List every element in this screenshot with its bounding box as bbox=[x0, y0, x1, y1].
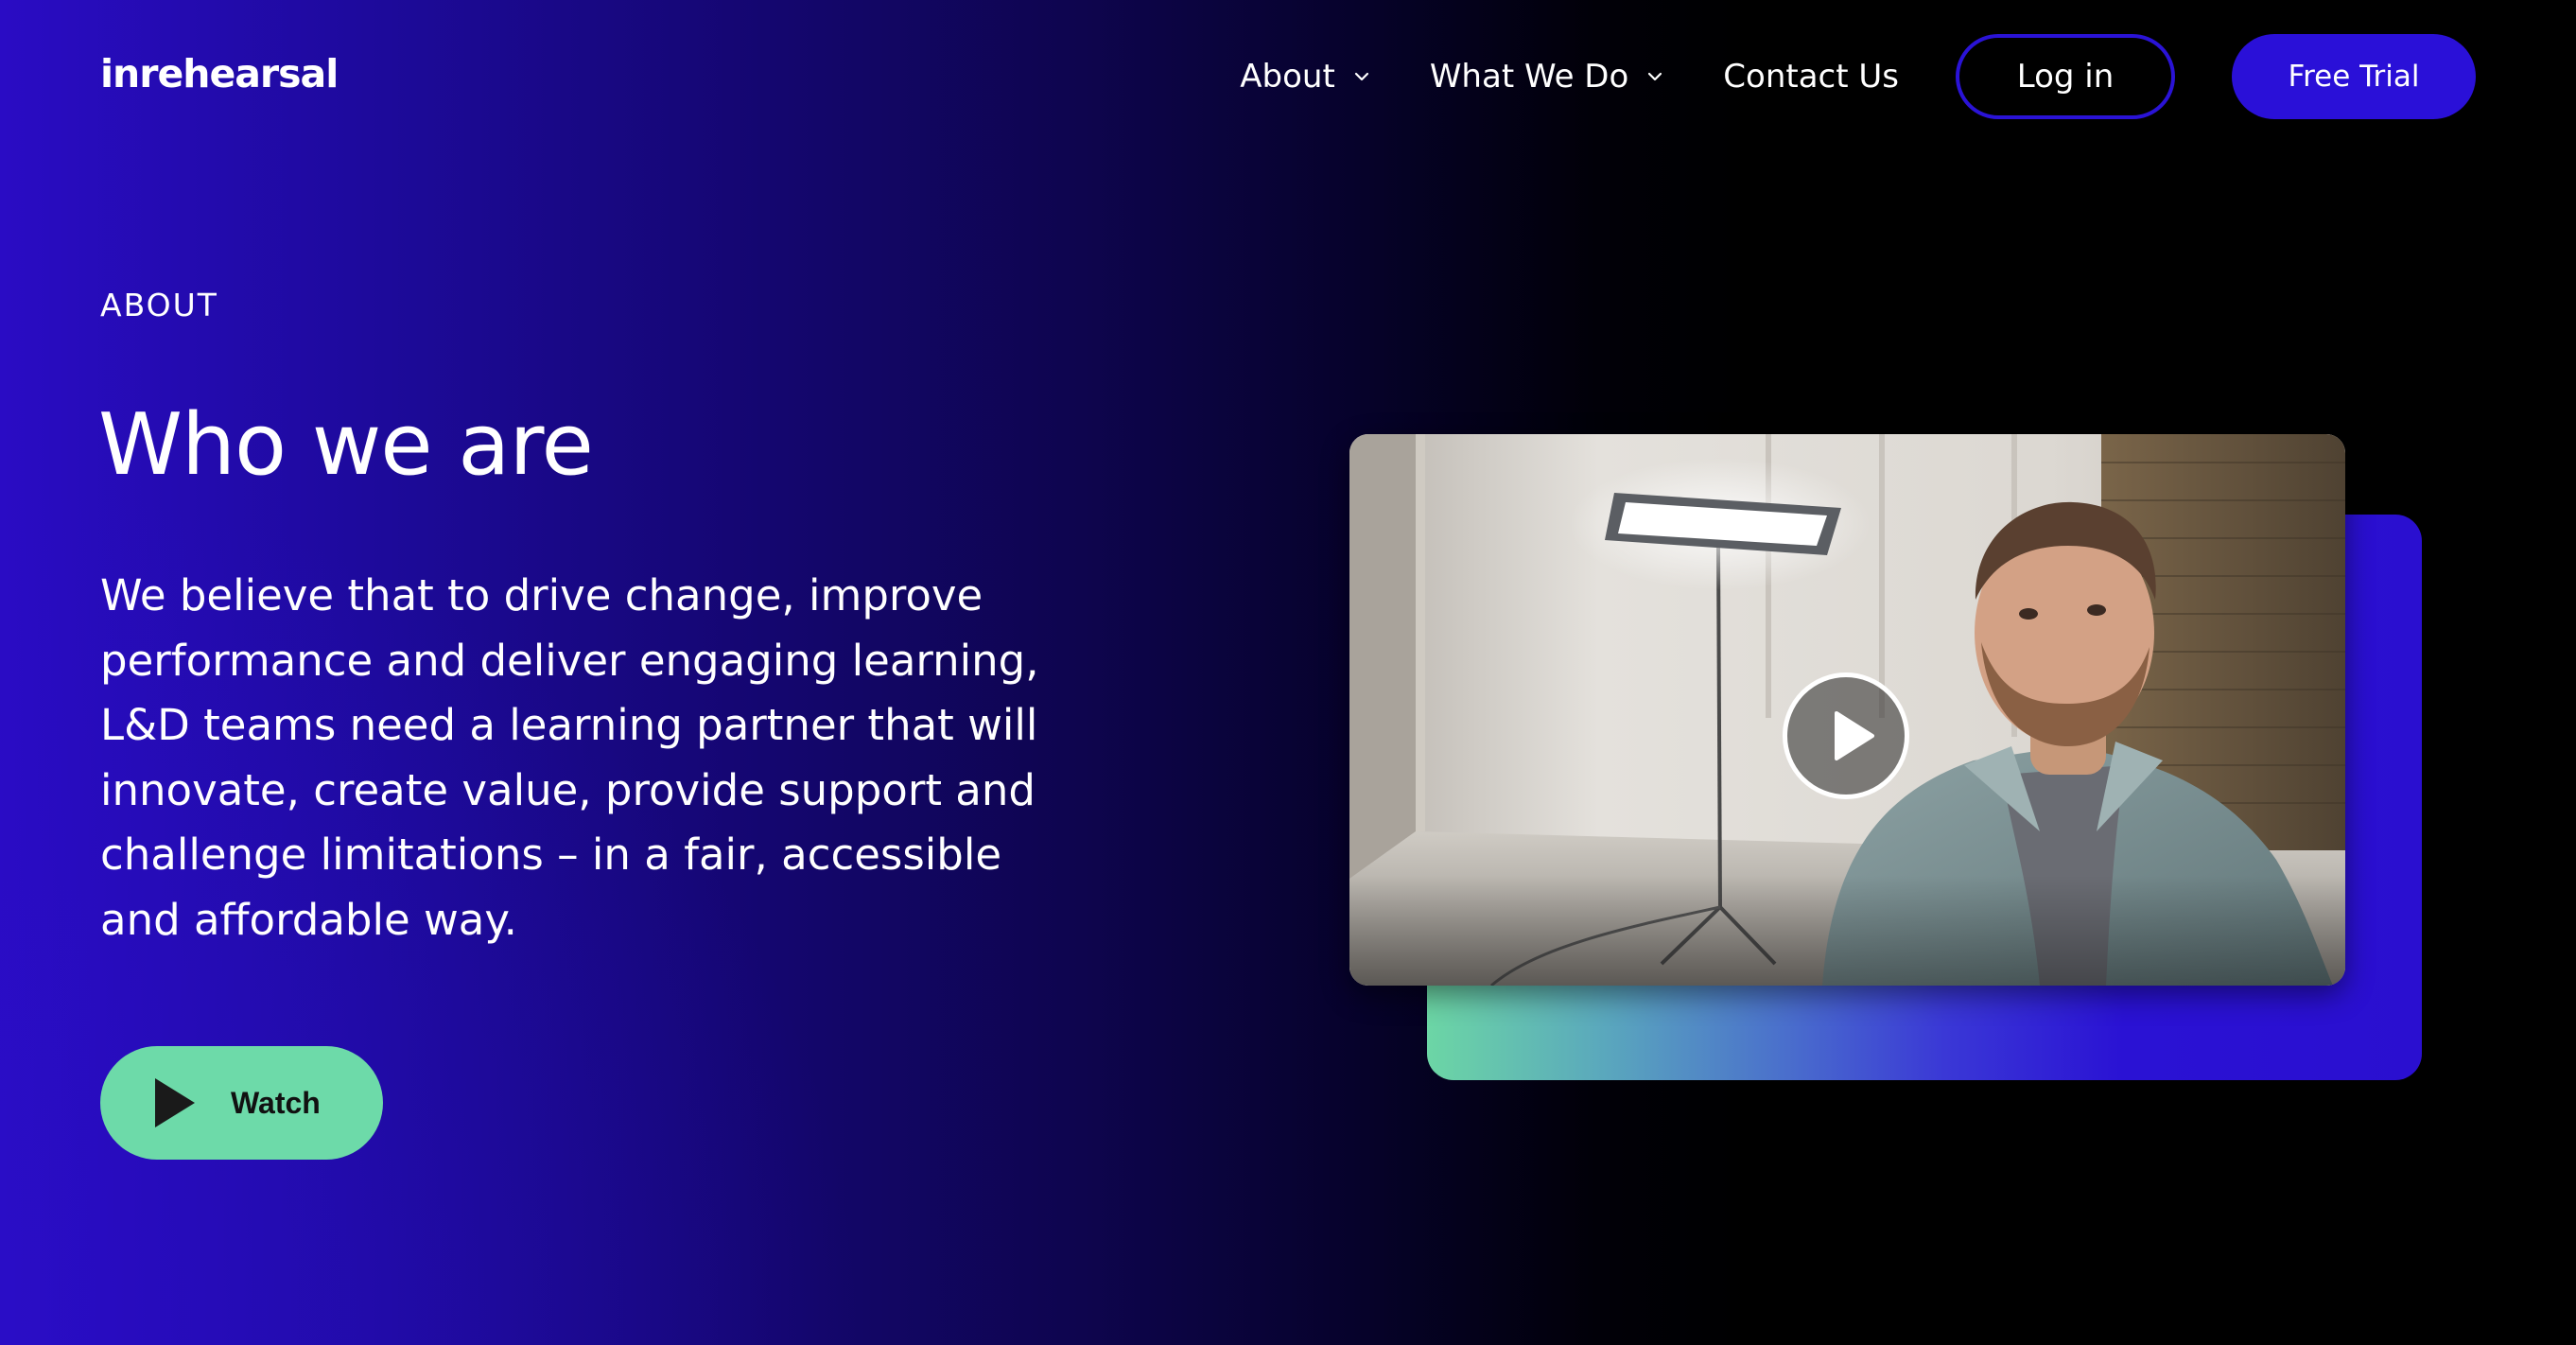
page-title: Who we are bbox=[98, 395, 594, 495]
chevron-down-icon bbox=[1354, 72, 1368, 81]
nav-what-we-do-label: What We Do bbox=[1429, 58, 1629, 96]
logo[interactable]: inrehearsal bbox=[100, 51, 339, 96]
watch-button-label: Watch bbox=[231, 1086, 321, 1120]
section-eyebrow: ABOUT bbox=[100, 287, 218, 323]
nav-contact-us[interactable]: Contact Us bbox=[1723, 58, 1899, 96]
free-trial-button[interactable]: Free Trial bbox=[2232, 34, 2476, 119]
login-button[interactable]: Log in bbox=[1956, 34, 2175, 119]
main-nav: About What We Do Contact Us Log in Free … bbox=[1240, 34, 2476, 119]
nav-contact-us-label: Contact Us bbox=[1723, 58, 1899, 96]
play-icon bbox=[155, 1078, 195, 1127]
video-thumbnail[interactable] bbox=[1349, 434, 2345, 986]
nav-about-label: About bbox=[1240, 58, 1335, 96]
video-play-button[interactable] bbox=[1783, 672, 1909, 799]
hero-description: We believe that to drive change, improve… bbox=[100, 570, 1039, 945]
nav-what-we-do[interactable]: What We Do bbox=[1430, 58, 1664, 96]
nav-about[interactable]: About bbox=[1240, 58, 1371, 96]
chevron-down-icon bbox=[1648, 72, 1662, 81]
play-icon bbox=[1835, 711, 1874, 760]
watch-button[interactable]: Watch bbox=[100, 1046, 383, 1160]
